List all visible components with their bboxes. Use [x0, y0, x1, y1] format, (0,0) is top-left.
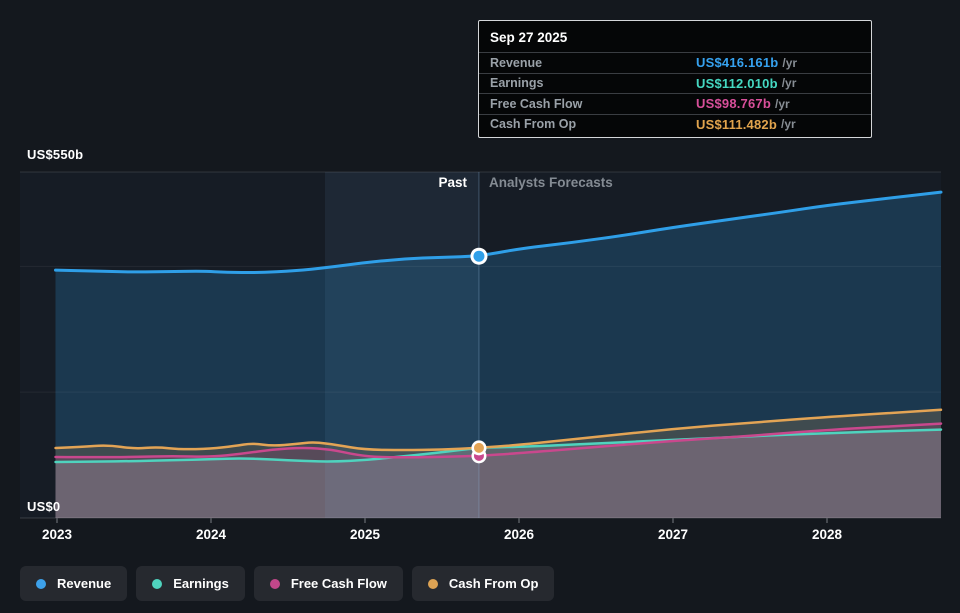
- chart-legend: Revenue Earnings Free Cash Flow Cash From O…: [20, 566, 554, 601]
- legend-label: Cash From Op: [449, 576, 539, 591]
- tooltip-row-free-cash-flow: Free Cash FlowUS$98.767b/yr: [479, 93, 871, 114]
- tooltip-date: Sep 27 2025: [479, 27, 871, 52]
- tooltip-row-revenue: RevenueUS$416.161b/yr: [479, 52, 871, 73]
- tooltip-value: US$416.161b: [696, 55, 778, 70]
- tooltip-row-earnings: EarningsUS$112.010b/yr: [479, 73, 871, 94]
- y-axis-top-label: US$550b: [27, 147, 83, 162]
- legend-label: Earnings: [173, 576, 229, 591]
- tooltip-row-cash-from-op: Cash From OpUS$111.482b/yr: [479, 114, 871, 135]
- analysts-forecasts-label: Analysts Forecasts: [489, 175, 613, 190]
- tooltip-value: US$112.010b: [696, 76, 778, 91]
- cash-from-op-marker: [474, 443, 484, 453]
- tooltip-label: Free Cash Flow: [490, 97, 696, 111]
- past-year-highlight-band: [325, 172, 479, 518]
- tooltip-value-suffix: /yr: [781, 117, 796, 131]
- x-axis-label-2026: 2026: [504, 527, 534, 542]
- tooltip-value: US$111.482b: [696, 117, 777, 132]
- tooltip-value: US$98.767b: [696, 96, 771, 111]
- tooltip-value-suffix: /yr: [782, 56, 797, 70]
- legend-item-free-cash-flow[interactable]: Free Cash Flow: [254, 566, 403, 601]
- legend-label: Free Cash Flow: [291, 576, 387, 591]
- earnings-revenue-growth-chart: US$550b US$0 Past Analysts Forecasts 202…: [0, 0, 960, 613]
- legend-item-earnings[interactable]: Earnings: [136, 566, 245, 601]
- tooltip-label: Earnings: [490, 76, 696, 90]
- legend-item-cash-from-op[interactable]: Cash From Op: [412, 566, 555, 601]
- legend-label: Revenue: [57, 576, 111, 591]
- tooltip-value-suffix: /yr: [775, 97, 790, 111]
- revenue-marker: [473, 251, 484, 262]
- x-axis-label-2028: 2028: [812, 527, 842, 542]
- tooltip-label: Revenue: [490, 56, 696, 70]
- tooltip-value-suffix: /yr: [782, 76, 797, 90]
- legend-dot-icon: [152, 579, 162, 589]
- y-axis-zero-label: US$0: [27, 499, 60, 514]
- legend-dot-icon: [36, 579, 46, 589]
- legend-item-revenue[interactable]: Revenue: [20, 566, 127, 601]
- legend-dot-icon: [428, 579, 438, 589]
- x-axis-label-2027: 2027: [658, 527, 688, 542]
- x-axis-label-2025: 2025: [350, 527, 380, 542]
- hover-tooltip: Sep 27 2025 RevenueUS$416.161b/yrEarning…: [478, 20, 872, 138]
- x-axis-label-2024: 2024: [196, 527, 226, 542]
- x-axis-label-2023: 2023: [42, 527, 72, 542]
- tooltip-label: Cash From Op: [490, 117, 696, 131]
- past-label: Past: [438, 175, 467, 190]
- legend-dot-icon: [270, 579, 280, 589]
